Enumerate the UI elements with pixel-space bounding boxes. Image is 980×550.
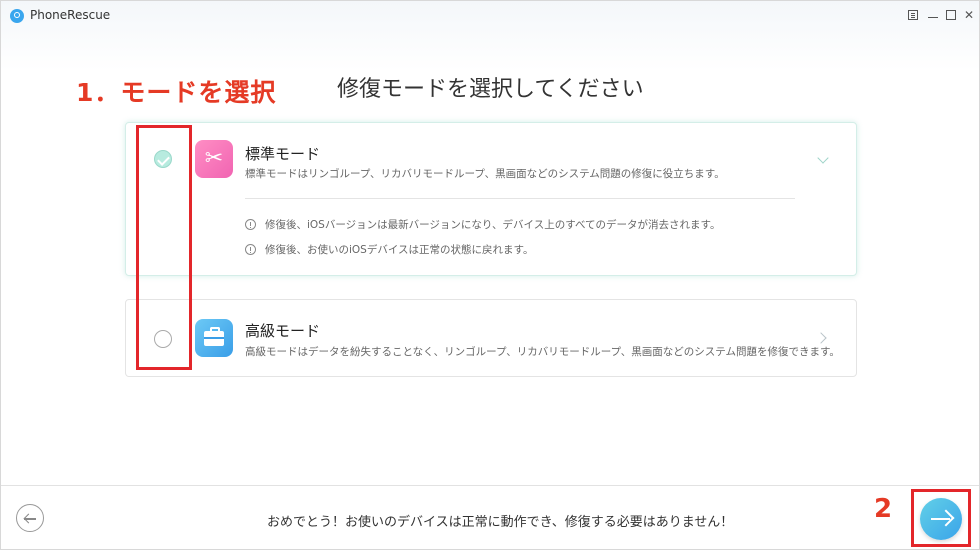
mode-name-advanced: 高級モード (245, 322, 321, 340)
annotation-highlight-next (911, 489, 971, 547)
note-item: 修復後、お使いのiOSデバイスは正常の状態に戻れます。 (245, 242, 533, 257)
menu-button[interactable] (905, 7, 921, 23)
annotation-highlight-radios (136, 125, 192, 370)
close-button[interactable]: ✕ (961, 7, 977, 23)
info-icon (245, 219, 256, 230)
footer-message: おめでとう！お使いのデバイスは正常に動作でき、修復する必要はありません！ (267, 515, 734, 530)
annotation-step-2: 2 (874, 494, 893, 524)
divider (245, 198, 795, 199)
mode-description-standard: 標準モードはリンゴループ、リカバリモードループ、黒画面などのシステム問題の修復に… (245, 168, 725, 180)
phonerescue-window: PhoneRescue ✕ 1．モードを選択 修復モードを選択してください ✂ … (0, 0, 980, 550)
chevron-right-icon[interactable] (815, 332, 827, 344)
note-item: 修復後、iOSバージョンは最新バージョンになり、デバイス上のすべてのデータが消去… (245, 217, 721, 232)
chevron-down-icon[interactable] (817, 152, 829, 164)
title-bar: PhoneRescue ✕ (1, 1, 979, 31)
mode-description-advanced: 高級モードはデータを紛失することなく、リンゴループ、リカバリモードループ、黒画面… (245, 346, 840, 358)
maximize-icon (946, 10, 956, 20)
back-button[interactable] (16, 504, 44, 532)
footer-divider (1, 485, 979, 486)
menu-icon (908, 10, 918, 20)
note-text: 修復後、iOSバージョンは最新バージョンになり、デバイス上のすべてのデータが消去… (265, 219, 721, 231)
annotation-step-1: 1．モードを選択 (76, 78, 277, 107)
close-icon: ✕ (963, 8, 975, 22)
note-text: 修復後、お使いのiOSデバイスは正常の状態に戻れます。 (265, 244, 534, 256)
info-icon (245, 244, 256, 255)
mode-name-standard: 標準モード (245, 145, 321, 163)
app-title: PhoneRescue (30, 8, 111, 22)
app-logo-icon (10, 9, 24, 23)
minimize-icon (928, 17, 938, 18)
minimize-button[interactable] (925, 7, 941, 23)
maximize-button[interactable] (943, 7, 959, 23)
page-title: 修復モードを選択してください (337, 77, 644, 102)
toolbox-icon (195, 319, 233, 357)
mode-card-standard[interactable]: ✂ 標準モード 標準モードはリンゴループ、リカバリモードループ、黒画面などのシス… (125, 122, 857, 276)
tools-icon: ✂ (195, 140, 233, 178)
mode-card-advanced[interactable]: 高級モード 高級モードはデータを紛失することなく、リンゴループ、リカバリモードル… (125, 299, 857, 377)
